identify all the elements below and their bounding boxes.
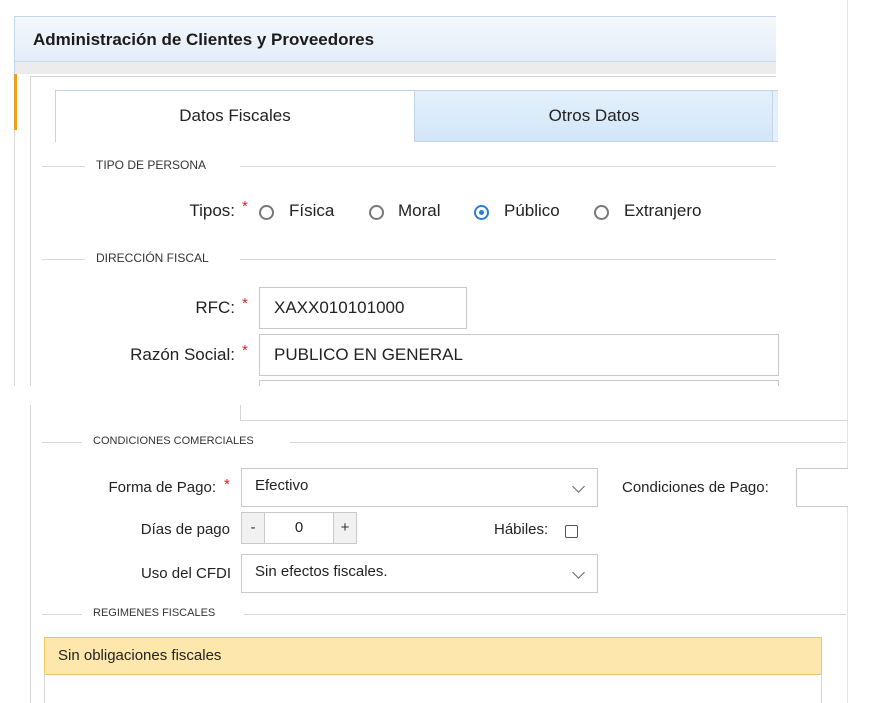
habiles-checkbox[interactable] (565, 525, 578, 538)
forma-pago-label: Forma de Pago: (108, 479, 216, 496)
rfc-label: RFC: (195, 298, 235, 317)
fieldset-line (42, 166, 85, 167)
forma-pago-select[interactable]: Efectivo (241, 468, 598, 507)
radio-label-extranjero: Extranjero (624, 201, 702, 220)
increment-button[interactable]: + (333, 513, 356, 543)
fieldset-line (240, 259, 776, 260)
window-header: Administración de Clientes y Proveedores (14, 16, 776, 62)
tab-overflow-edge (772, 90, 778, 142)
fieldset-line (42, 442, 82, 443)
radio-moral[interactable] (369, 205, 384, 220)
radio-fisica[interactable] (259, 205, 274, 220)
field-edge (240, 405, 241, 421)
chevron-down-icon (572, 480, 585, 493)
condiciones-pago-input[interactable] (796, 468, 848, 507)
rfc-input[interactable]: XAXX010101000 (259, 287, 467, 329)
razon-social-input[interactable]: PUBLICO EN GENERAL (259, 334, 779, 376)
required-mark: * (242, 295, 248, 312)
required-mark: * (242, 342, 248, 359)
select-value: Sin efectos fiscales. (255, 563, 388, 580)
window-title: Administración de Clientes y Proveedores (33, 30, 375, 49)
razon-social-label: Razón Social: (130, 345, 235, 364)
dias-pago-label: Días de pago (140, 521, 230, 538)
tab-otros-datos[interactable]: Otros Datos (414, 90, 774, 142)
tipos-label: Tipos: (189, 201, 235, 220)
stepper-value[interactable]: 0 (264, 513, 334, 543)
field-edge (240, 420, 848, 421)
uso-cfdi-select[interactable]: Sin efectos fiscales. (241, 554, 598, 593)
fieldset-line (42, 614, 82, 615)
required-mark: * (242, 198, 248, 215)
decrement-button[interactable]: - (242, 513, 265, 543)
radio-label-moral: Moral (398, 201, 441, 220)
radio-label-fisica: Física (289, 201, 335, 220)
select-value: Efectivo (255, 477, 309, 494)
fieldset-legend-tipo-persona: TIPO DE PERSONA (96, 158, 207, 172)
fieldset-line (42, 259, 85, 260)
fieldset-line (290, 442, 846, 443)
active-indicator-strip (14, 74, 17, 130)
uso-cfdi-label: Uso del CFDI (140, 565, 231, 582)
dias-pago-stepper[interactable]: - 0 + (241, 512, 357, 544)
regimen-list-body (44, 674, 822, 703)
fieldset-legend-condiciones: CONDICIONES COMERCIALES (93, 435, 254, 447)
header-separator (14, 62, 776, 74)
fieldset-line (240, 166, 776, 167)
required-mark: * (224, 476, 230, 493)
fieldset-legend-regimenes: REGIMENES FISCALES (93, 607, 216, 619)
tab-label: Datos Fiscales (179, 106, 291, 125)
next-field-input-edge[interactable] (259, 380, 779, 386)
regimen-row-selected[interactable]: Sin obligaciones fiscales (44, 637, 822, 675)
chevron-down-icon (572, 566, 585, 579)
habiles-label: Hábiles: (494, 521, 549, 538)
tab-datos-fiscales[interactable]: Datos Fiscales (55, 90, 415, 142)
radio-label-publico: Público (504, 201, 560, 220)
radio-publico[interactable] (474, 205, 489, 220)
fieldset-legend-direccion-fiscal: DIRECCIÓN FISCAL (96, 251, 209, 265)
fieldset-line (244, 614, 846, 615)
radio-extranjero[interactable] (594, 205, 609, 220)
tab-label: Otros Datos (548, 106, 640, 125)
condiciones-pago-label: Condiciones de Pago: (622, 479, 769, 496)
